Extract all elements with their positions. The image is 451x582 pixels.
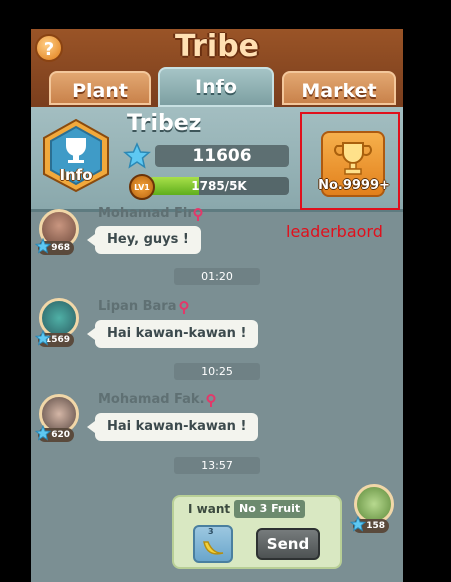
star-icon	[350, 516, 366, 532]
request-item: No 3 Fruit	[234, 500, 306, 518]
level-badge: LV1	[129, 174, 155, 200]
leaderboard-highlight-box	[300, 112, 400, 210]
star-icon	[123, 142, 151, 169]
female-symbol-icon	[179, 301, 189, 314]
tribe-info-badge[interactable]: Info	[41, 118, 111, 193]
star-icon	[35, 330, 51, 346]
tab-info[interactable]: Info	[158, 67, 274, 107]
sender-name: Mohamad Fak.	[98, 392, 205, 407]
sender-name: Lipan Bara	[98, 299, 177, 314]
fruit-request-card: I want No 3 Fruit 3 Send	[172, 495, 342, 569]
page-title: Tribe	[174, 29, 260, 64]
member-stars-badge: 1569	[35, 330, 74, 347]
message-timestamp: 13:57	[174, 457, 260, 474]
send-button[interactable]: Send	[256, 528, 320, 560]
member-stars: 620	[51, 430, 70, 440]
tribe-score: 11606	[155, 145, 289, 167]
star-icon	[35, 425, 51, 441]
chat-message: 620 Mohamad Fak. Hai kawan-kawan !	[31, 389, 403, 449]
member-stars: 968	[51, 243, 70, 253]
top-bar: ? Tribe Plant Info Market	[31, 29, 403, 107]
fruit-slot[interactable]: 3	[193, 525, 233, 563]
request-label: I want	[188, 502, 231, 516]
message-timestamp: 10:25	[174, 363, 260, 380]
female-symbol-icon	[206, 394, 216, 407]
message-bubble: Hai kawan-kawan !	[86, 320, 259, 348]
sender-name: Mohamad Fir	[98, 206, 194, 221]
star-icon	[35, 238, 51, 254]
message-bubble: Hai kawan-kawan !	[86, 413, 259, 441]
my-stars: 158	[366, 521, 385, 531]
tribe-name: Tribez	[127, 111, 202, 136]
message-timestamp: 01:20	[174, 268, 260, 285]
chat-message: 1569 Lipan Bara Hai kawan-kawan !	[31, 294, 403, 354]
my-stars-badge: 158	[350, 516, 389, 533]
member-stars-badge: 620	[35, 425, 74, 442]
message-bubble: Hey, guys !	[87, 226, 201, 254]
banana-icon	[203, 541, 224, 555]
tab-plant[interactable]: Plant	[49, 71, 151, 105]
tribe-badge-label: Info	[59, 166, 93, 184]
xp-text: 1785/5K	[191, 179, 247, 193]
female-symbol-icon	[193, 208, 203, 221]
leaderboard-annotation: leaderbaord	[286, 222, 383, 241]
member-stars-badge: 968	[35, 238, 74, 255]
tab-market[interactable]: Market	[282, 71, 396, 105]
